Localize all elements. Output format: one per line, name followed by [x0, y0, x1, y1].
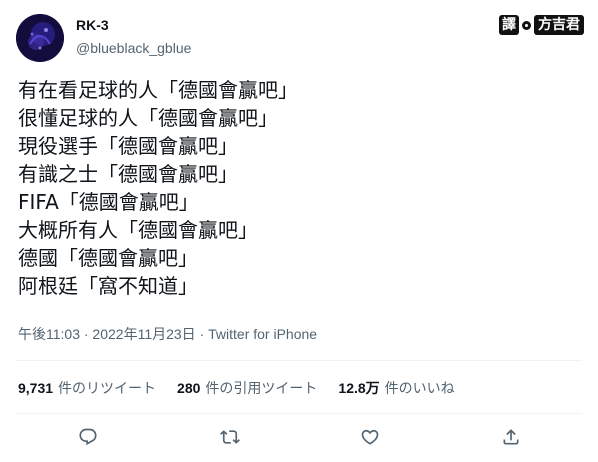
likes-stat[interactable]: 12.8万 件のいいね [338, 379, 454, 397]
tweet-line: FIFA「德國會贏吧」 [18, 190, 199, 214]
tweet-line: 有在看足球的人「德國會贏吧」 [18, 78, 298, 102]
heart-icon [361, 429, 379, 445]
tweet-line: 阿根廷「窩不知道」 [18, 274, 198, 298]
author-block[interactable]: RK-3 @blueblack_gblue [76, 17, 191, 57]
divider [16, 413, 582, 414]
likes-label: 件のいいね [384, 380, 455, 396]
avatar[interactable] [16, 14, 64, 62]
tweet-card: RK-3 @blueblack_gblue 譯 方吉君 有在看足球的人「德國會贏… [0, 0, 598, 462]
likes-count: 12.8万 [338, 380, 380, 396]
watermark-dot-icon [522, 20, 531, 30]
watermark-badge: 譯 [499, 15, 519, 35]
translator-watermark: 譯 方吉君 [499, 14, 584, 36]
tweet-line: 大概所有人「德國會贏吧」 [18, 218, 258, 242]
tweet-line: 德國「德國會贏吧」 [18, 246, 198, 270]
tweet-meta: 午後11:03 · 2022年11月23日 · Twitter for iPho… [18, 325, 317, 343]
watermark-name: 方吉君 [534, 15, 584, 35]
tweet-line: 有識之士「德國會贏吧」 [18, 162, 238, 186]
author-handle[interactable]: @blueblack_gblue [76, 39, 191, 57]
retweet-icon [220, 430, 240, 444]
retweet-button[interactable] [218, 425, 242, 449]
tweet-timestamp[interactable]: 午後11:03 · 2022年11月23日 [18, 326, 196, 342]
retweets-label: 件のリツイート [58, 380, 157, 396]
share-button[interactable] [499, 425, 523, 449]
quotes-stat[interactable]: 280 件の引用ツイート [177, 379, 317, 397]
reply-icon [79, 428, 97, 446]
tweet-source[interactable]: Twitter for iPhone [208, 326, 317, 342]
quotes-count: 280 [177, 380, 201, 396]
divider [16, 360, 582, 361]
retweets-count: 9,731 [18, 380, 54, 396]
share-icon [503, 429, 519, 445]
tweet-text: 有在看足球的人「德國會贏吧」 很懂足球的人「德國會贏吧」 現役選手「德國會贏吧」… [18, 76, 578, 300]
like-button[interactable] [358, 425, 382, 449]
avatar-image [16, 14, 64, 62]
reply-button[interactable] [76, 425, 100, 449]
quotes-label: 件の引用ツイート [205, 380, 318, 396]
tweet-line: 很懂足球的人「德國會贏吧」 [18, 106, 278, 130]
tweet-stats: 9,731 件のリツイート 280 件の引用ツイート 12.8万 件のいいね [18, 379, 476, 397]
tweet-line: 現役選手「德國會贏吧」 [18, 134, 238, 158]
meta-separator: · [195, 326, 209, 342]
retweets-stat[interactable]: 9,731 件のリツイート [18, 379, 156, 397]
author-display-name[interactable]: RK-3 [76, 17, 191, 34]
